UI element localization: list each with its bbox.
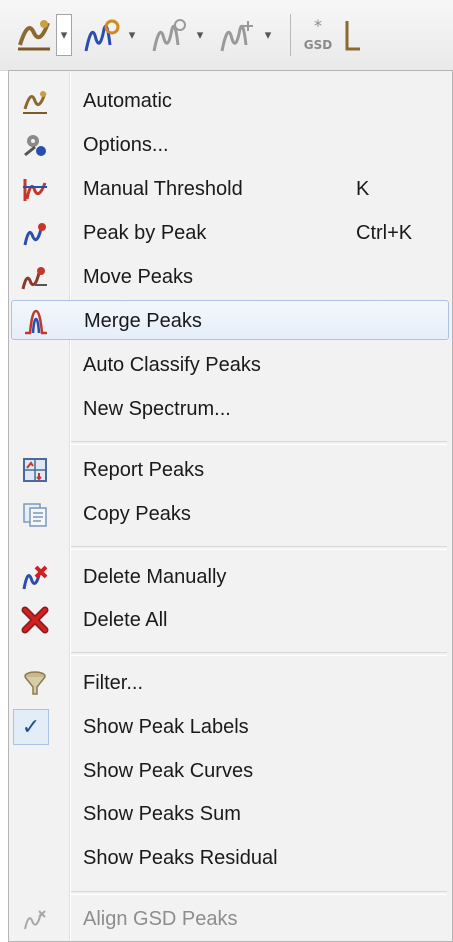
menu-item-label: Manual Threshold <box>83 178 243 200</box>
menu-item-label: New Spectrum... <box>83 398 231 420</box>
gsd-icon: * GSD <box>296 13 340 57</box>
filter-icon <box>19 667 51 699</box>
menu-item-label: Show Peaks Sum <box>83 803 241 825</box>
gsd-button[interactable]: * GSD <box>296 12 340 58</box>
menu-item-manual-threshold[interactable]: Manual Threshold K <box>11 169 449 209</box>
menu-separator <box>71 652 447 656</box>
menu-item-align-gsd-peaks: Align GSD Peaks <box>11 899 449 939</box>
menu-item-delete-all[interactable]: Delete All <box>11 600 449 640</box>
menu-item-show-peak-labels[interactable]: ✓ Show Peak Labels <box>11 707 449 747</box>
auto-peak-button[interactable]: ▾ <box>12 12 72 58</box>
menu-item-label: Options... <box>83 134 169 156</box>
menu-item-show-peak-curves[interactable]: Show Peak Curves <box>11 751 449 791</box>
menu-separator <box>71 891 447 895</box>
menu-item-label: Delete All <box>83 609 168 631</box>
menu-item-delete-manually[interactable]: Delete Manually <box>11 557 449 597</box>
menu-item-label: Show Peaks Residual <box>83 847 278 869</box>
menu-item-label: Show Peak Curves <box>83 760 254 782</box>
toolbar-divider <box>290 14 291 56</box>
delete-manually-icon <box>19 561 51 593</box>
chart-edge-icon <box>342 13 362 57</box>
report-peaks-icon <box>19 454 51 486</box>
menu-item-peak-by-peak[interactable]: Peak by Peak Ctrl+K <box>11 213 449 253</box>
peaks-dropdown-menu: Automatic Options... Manual Threshold K <box>8 70 453 942</box>
menu-separator <box>71 441 447 445</box>
menu-item-automatic[interactable]: Automatic <box>11 81 449 121</box>
peak-settings-dropdown[interactable]: ▾ <box>124 13 140 57</box>
menu-item-label: Report Peaks <box>83 459 205 481</box>
move-peaks-icon <box>19 261 51 293</box>
menu-item-label: Merge Peaks <box>84 310 202 332</box>
menu-item-label: Automatic <box>83 90 172 112</box>
menu-item-merge-peaks[interactable]: Merge Peaks <box>11 300 449 340</box>
menu-item-report-peaks[interactable]: Report Peaks <box>11 450 449 490</box>
menu-separator <box>71 546 447 550</box>
menu-item-label: Delete Manually <box>83 566 227 588</box>
menu-item-auto-classify-peaks[interactable]: Auto Classify Peaks <box>11 345 449 385</box>
menu-item-show-peaks-sum[interactable]: Show Peaks Sum <box>11 794 449 834</box>
peak-settings-button[interactable]: ▾ <box>80 12 140 58</box>
merge-peaks-icon <box>20 305 52 337</box>
menu-item-options[interactable]: Options... <box>11 125 449 165</box>
menu-item-shortcut: Ctrl+K <box>356 222 413 244</box>
menu-item-filter[interactable]: Filter... <box>11 663 449 703</box>
menu-item-show-peaks-residual[interactable]: Show Peaks Residual <box>11 838 449 878</box>
svg-text:*: * <box>314 16 322 35</box>
options-icon <box>19 129 51 161</box>
peak-by-peak-icon <box>19 217 51 249</box>
delete-all-icon <box>19 604 51 636</box>
copy-peaks-icon <box>19 498 51 530</box>
menu-item-label: Copy Peaks <box>83 503 191 525</box>
checkmark-icon: ✓ <box>13 709 49 745</box>
peaks-toolbar: ▾ ▾ ▾ ▾ * GSD <box>0 0 453 71</box>
menu-item-copy-peaks[interactable]: Copy Peaks <box>11 494 449 534</box>
menu-item-move-peaks[interactable]: Move Peaks <box>11 257 449 297</box>
menu-item-label: Show Peak Labels <box>83 716 249 738</box>
toolbar-overflow-button[interactable] <box>342 12 362 58</box>
menu-item-new-spectrum[interactable]: New Spectrum... <box>11 389 449 429</box>
peak-sum-dropdown[interactable]: ▾ <box>260 13 276 57</box>
menu-item-shortcut: K <box>356 178 370 200</box>
auto-peak-icon <box>19 85 51 117</box>
menu-item-label: Filter... <box>83 672 144 694</box>
peak-threshold-dropdown[interactable]: ▾ <box>192 13 208 57</box>
menu-item-label: Peak by Peak <box>83 222 207 244</box>
auto-peak-dropdown[interactable]: ▾ <box>56 14 72 56</box>
peak-settings-icon <box>80 13 124 57</box>
peak-threshold-gray-icon <box>148 13 192 57</box>
peak-sum-button[interactable]: ▾ <box>216 12 276 58</box>
svg-text:GSD: GSD <box>304 38 332 52</box>
manual-threshold-icon <box>19 173 51 205</box>
menu-item-label: Auto Classify Peaks <box>83 354 261 376</box>
menu-item-label: Align GSD Peaks <box>83 908 238 930</box>
menu-item-label: Move Peaks <box>83 266 194 288</box>
peak-sum-gray-icon <box>216 13 260 57</box>
peak-threshold-button[interactable]: ▾ <box>148 12 208 58</box>
align-gsd-icon <box>19 903 51 935</box>
auto-peak-icon <box>12 13 56 57</box>
